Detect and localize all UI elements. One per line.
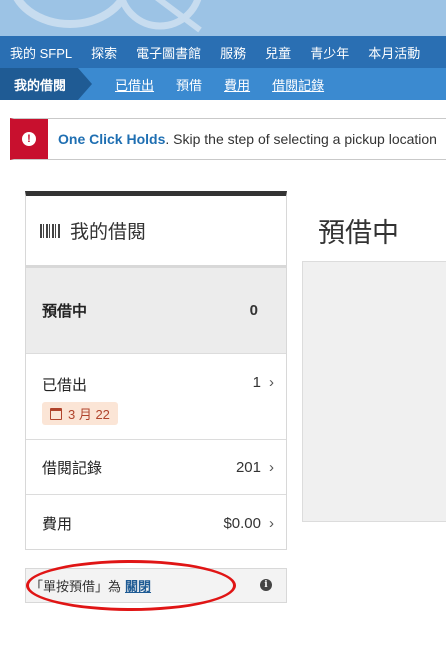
my-account-panel: 我的借閱 預借中 0 已借出 1 › 3 月 22 借閱記錄 201 › 費用 … bbox=[25, 191, 287, 550]
row-label: 預借中 bbox=[42, 303, 88, 320]
row-count: 0 bbox=[249, 302, 258, 319]
top-nav-explore[interactable]: 探索 bbox=[81, 43, 126, 62]
alert-strong[interactable]: One Click Holds bbox=[58, 131, 165, 147]
row-count: $0.00 bbox=[223, 515, 261, 532]
sub-nav: 我的借閱 已借出 預借 費用 借閱記錄 bbox=[0, 68, 446, 100]
top-nav: 我的 SFPL 探索 電子圖書館 服務 兒童 青少年 本月活動 bbox=[0, 36, 446, 68]
row-label: 費用 bbox=[42, 516, 73, 533]
top-nav-kids[interactable]: 兒童 bbox=[255, 43, 300, 62]
row-label: 借閱記錄 bbox=[42, 459, 103, 477]
row-label: 已借出 bbox=[42, 377, 88, 394]
row-checked-out[interactable]: 已借出 1 › 3 月 22 bbox=[26, 354, 286, 440]
info-icon[interactable]: i bbox=[260, 579, 272, 591]
top-nav-elibrary[interactable]: 電子圖書館 bbox=[126, 43, 210, 62]
barcode-icon bbox=[40, 223, 60, 238]
sub-nav-current[interactable]: 我的借閱 bbox=[0, 68, 93, 100]
chevron-right-icon: › bbox=[269, 515, 274, 532]
one-click-prefix: 「單按預借」為 bbox=[30, 579, 122, 594]
chevron-right-icon: › bbox=[269, 458, 274, 476]
site-banner bbox=[0, 0, 446, 36]
sub-nav-fines[interactable]: 費用 bbox=[213, 75, 261, 94]
panel-header: 我的借閱 bbox=[26, 196, 286, 268]
banner-decoration bbox=[13, 0, 202, 33]
top-nav-events[interactable]: 本月活動 bbox=[358, 43, 429, 62]
row-fines[interactable]: 費用 $0.00 › bbox=[26, 495, 286, 552]
calendar-icon bbox=[50, 407, 62, 420]
one-click-toggle-link[interactable]: 關閉 bbox=[125, 576, 151, 595]
row-holds[interactable]: 預借中 0 bbox=[26, 268, 286, 354]
top-nav-services[interactable]: 服務 bbox=[210, 43, 255, 62]
top-nav-my-sfpl[interactable]: 我的 SFPL bbox=[0, 43, 81, 62]
alert-rest: . Skip the step of selecting a pickup lo… bbox=[165, 131, 437, 147]
row-count: 201 bbox=[235, 458, 261, 476]
sub-nav-history[interactable]: 借閱記錄 bbox=[261, 75, 335, 94]
sub-nav-holds[interactable]: 預借 bbox=[165, 75, 213, 94]
alert-icon-box: ! bbox=[14, 119, 48, 159]
row-count: 1 bbox=[252, 374, 261, 391]
one-click-status: 「單按預借」為 關閉 i bbox=[25, 568, 287, 603]
exclamation-icon: ! bbox=[22, 132, 36, 146]
row-history[interactable]: 借閱記錄 201 › bbox=[26, 440, 286, 495]
holds-content-area bbox=[302, 261, 446, 522]
top-nav-teens[interactable]: 青少年 bbox=[300, 43, 358, 62]
chevron-right-icon: › bbox=[269, 374, 274, 391]
page-title: 預借中 bbox=[318, 218, 399, 249]
sub-nav-checked-out[interactable]: 已借出 bbox=[104, 75, 165, 94]
alert-message: One Click Holds. Skip the step of select… bbox=[58, 131, 437, 147]
due-date-badge: 3 月 22 bbox=[42, 402, 118, 425]
one-click-alert: ! One Click Holds. Skip the step of sele… bbox=[10, 118, 446, 160]
due-date: 3 月 22 bbox=[68, 407, 110, 422]
panel-title: 我的借閱 bbox=[70, 222, 147, 243]
